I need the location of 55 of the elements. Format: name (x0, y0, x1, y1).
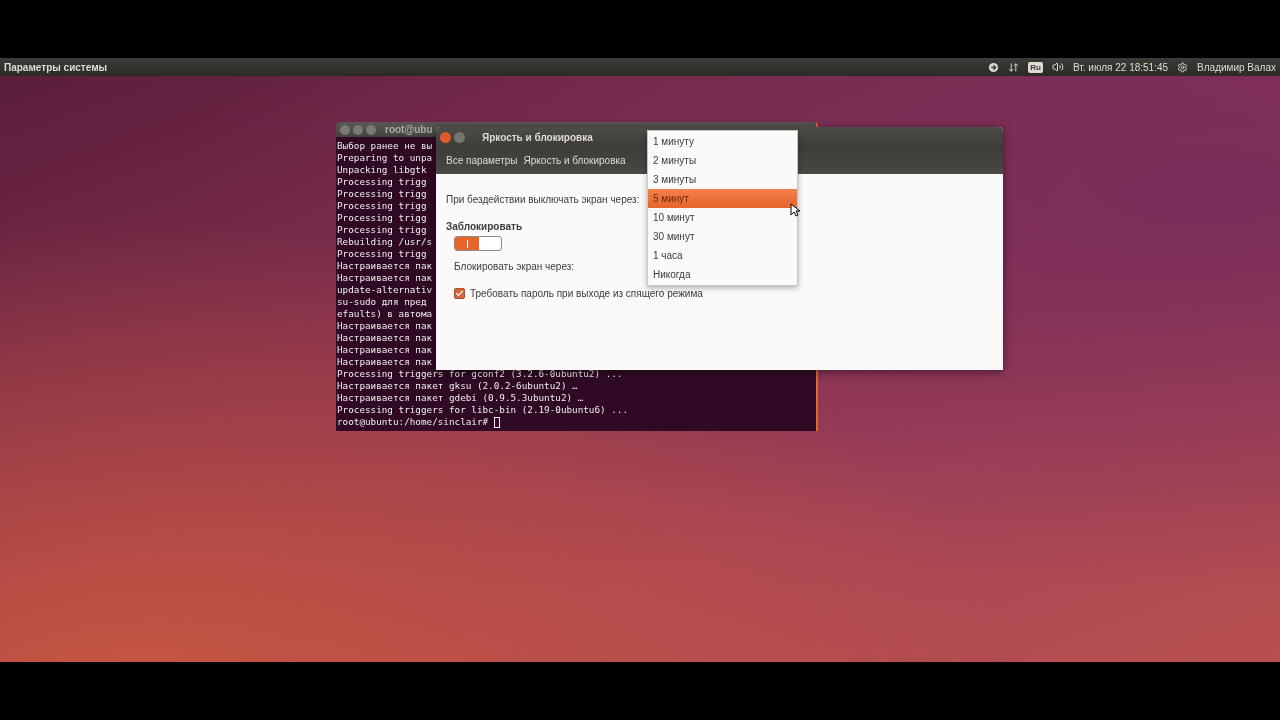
section-heading: Заблокировать (446, 221, 523, 232)
indicator-icon[interactable] (988, 61, 1000, 73)
minimize-button[interactable] (353, 124, 363, 135)
keyboard-layout-indicator[interactable]: Ru (1028, 61, 1043, 73)
terminal-line: Настраивается пак (337, 260, 433, 272)
terminal-line: Processing trigg (337, 188, 427, 200)
lock-switch[interactable] (454, 236, 502, 251)
terminal-line: Настраивается пак (337, 356, 433, 368)
terminal-line: efaults) в автома (337, 308, 433, 320)
terminal-line: Processing trigg (337, 212, 427, 224)
terminal-line: Настраивается пак (337, 332, 433, 344)
window-title: Яркость и блокировка (482, 131, 593, 143)
dropdown-option[interactable]: 1 минуту (648, 132, 797, 151)
idle-label: При бездействии выключать экран через: (446, 194, 640, 205)
terminal-line: Processing triggers for gconf2 (3.2.6-0ubuntu2) ... (337, 368, 623, 380)
terminal-line: Processing trigg (337, 200, 427, 212)
terminal-line: su-sudo для пред (337, 296, 427, 308)
breadcrumb-button[interactable]: Все параметры (446, 155, 518, 166)
terminal-line: Unpacking libgtk (337, 164, 427, 176)
terminal-title: root@ubu (385, 124, 433, 135)
app-title: Параметры системы (4, 61, 108, 73)
text-cursor (494, 416, 501, 428)
terminal-line: Настраивается пак (337, 272, 433, 284)
terminal-line: Processing trigg (337, 248, 427, 260)
minimize-button[interactable] (454, 131, 465, 143)
breadcrumb-button[interactable]: Яркость и блокировка (523, 155, 626, 166)
terminal-line: Processing triggers for libc-bin (2.19-0ubuntu6) ... (337, 404, 629, 416)
terminal-prompt: root@ubuntu:/home/sinclair# (337, 416, 489, 428)
close-button[interactable] (440, 131, 451, 143)
dropdown-option[interactable]: 3 минуты (648, 170, 797, 189)
maximize-button[interactable] (366, 124, 376, 135)
dropdown-option[interactable]: 5 минут (648, 189, 797, 208)
terminal-line: Настраивается пакет gksu (2.0.2-6ubuntu2) … (337, 380, 578, 392)
user-name[interactable]: Владимир Валах (1197, 61, 1276, 73)
terminal-line: Rebuilding /usr/s (337, 236, 433, 248)
network-icon[interactable] (1008, 61, 1020, 73)
terminal-line: Настраивается пакет gdebi (0.9.5.3ubuntu2) … (337, 392, 584, 404)
volume-icon[interactable] (1052, 61, 1064, 73)
terminal-line: Выбор ранее не вы (337, 140, 433, 152)
terminal-line: Preparing to unpa (337, 152, 433, 164)
lock-delay-label: Блокировать экран через: (454, 261, 576, 272)
dropdown-option[interactable]: Никогда (648, 265, 797, 284)
dropdown-option[interactable]: 30 минут (648, 227, 797, 246)
checkbox-label: Требовать пароль при выходе из спящего режима (470, 288, 703, 299)
terminal-line: Processing trigg (337, 224, 427, 236)
settings-icon[interactable] (1177, 61, 1189, 73)
terminal-line: Настраивается пак (337, 320, 433, 332)
password-checkbox[interactable] (454, 288, 465, 299)
close-button[interactable] (340, 124, 350, 135)
terminal-line: Processing trigg (337, 176, 427, 188)
terminal-line: Настраивается пак (337, 344, 433, 356)
clock[interactable]: Вт. июля 22 18:51:45 (1073, 61, 1169, 73)
dropdown-option[interactable]: 1 часа (648, 246, 797, 265)
terminal-line: update-alternativ (337, 284, 433, 296)
dropdown-option[interactable]: 2 минуты (648, 151, 797, 170)
